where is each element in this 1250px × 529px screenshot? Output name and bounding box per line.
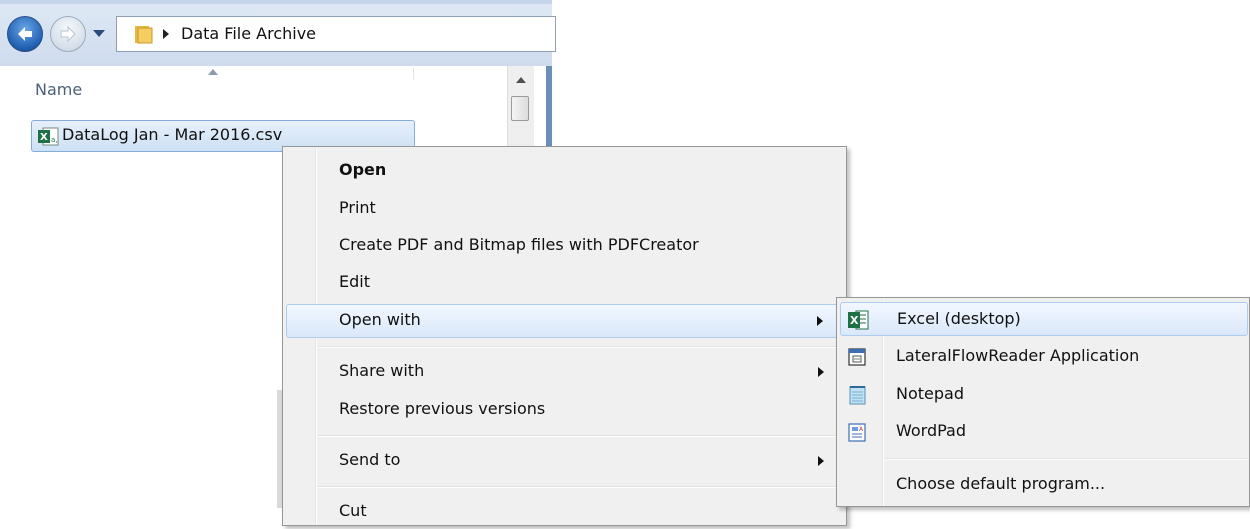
menu-item-send-to[interactable]: Send to (286, 444, 843, 478)
menu-separator (318, 435, 842, 437)
sort-ascending-icon (208, 69, 218, 75)
submenu-item-wordpad[interactable]: A WordPad (840, 415, 1248, 449)
svg-text:X: X (40, 132, 48, 143)
submenu-separator (885, 458, 1247, 460)
menu-item-print[interactable]: Print (286, 192, 843, 226)
menu-item-edit[interactable]: Edit (286, 266, 843, 300)
submenu-item-label: Excel (desktop) (897, 309, 1021, 328)
submenu-arrow-icon (818, 367, 824, 377)
scrollbar-thumb[interactable] (511, 96, 529, 121)
navigation-bar: Data File Archive (0, 0, 556, 66)
menu-item-label: Send to (339, 450, 401, 469)
menu-item-label: Open with (339, 310, 421, 329)
menu-separator (318, 486, 842, 488)
menu-item-label: Open (339, 160, 387, 179)
menu-item-create-pdf[interactable]: Create PDF and Bitmap files with PDFCrea… (286, 229, 843, 263)
breadcrumb-current-folder[interactable]: Data File Archive (181, 24, 316, 43)
address-bar[interactable]: Data File Archive (116, 16, 556, 52)
submenu-item-label: Notepad (896, 384, 964, 403)
submenu-item-notepad[interactable]: Notepad (840, 378, 1248, 412)
column-divider[interactable] (413, 68, 414, 80)
recent-pages-dropdown-icon[interactable] (92, 26, 106, 40)
menu-item-share-with[interactable]: Share with (286, 355, 843, 389)
submenu-item-label: Choose default program... (896, 474, 1106, 493)
menu-item-label: Share with (339, 361, 425, 380)
submenu-item-lateralflowreader[interactable]: LateralFlowReader Application (840, 340, 1248, 374)
menu-item-cut[interactable]: Cut (286, 495, 843, 529)
submenu-arrow-icon (817, 316, 823, 326)
submenu-item-choose-default-program[interactable]: Choose default program... (840, 468, 1248, 502)
breadcrumb-chevron-icon[interactable] (161, 27, 171, 41)
menu-item-label: Cut (339, 501, 367, 520)
menu-item-label: Print (339, 198, 376, 217)
submenu-arrow-icon (818, 456, 824, 466)
column-header-name[interactable]: Name (35, 80, 82, 99)
notepad-icon (849, 386, 866, 405)
arrow-left-icon (18, 27, 32, 41)
forward-button[interactable] (50, 16, 86, 52)
menu-item-label: Create PDF and Bitmap files with PDFCrea… (339, 235, 699, 254)
menu-item-restore-previous-versions[interactable]: Restore previous versions (286, 393, 843, 427)
application-icon (848, 348, 866, 366)
back-button[interactable] (7, 16, 43, 52)
scroll-up-arrow-icon[interactable] (515, 76, 527, 84)
submenu-item-label: WordPad (896, 421, 967, 440)
svg-text:X: X (850, 314, 859, 327)
wordpad-icon: A (848, 423, 866, 442)
submenu-item-excel[interactable]: X Excel (desktop) (840, 302, 1248, 336)
menu-item-label: Restore previous versions (339, 399, 546, 418)
menu-separator (318, 346, 842, 348)
submenu-item-label: LateralFlowReader Application (896, 346, 1140, 365)
menu-item-open[interactable]: Open (286, 154, 843, 188)
open-with-submenu: X Excel (desktop) LateralFlowReader Appl… (836, 297, 1250, 507)
arrow-right-icon (60, 25, 76, 43)
file-name: DataLog Jan - Mar 2016.csv (62, 125, 283, 144)
folder-icon (135, 26, 153, 44)
svg-text:a,: a, (51, 136, 58, 144)
context-menu: Open Print Create PDF and Bitmap files w… (282, 146, 847, 526)
csv-excel-icon: X a, (38, 127, 59, 146)
menu-item-label: Edit (339, 272, 370, 291)
menu-item-open-with[interactable]: Open with (286, 304, 843, 338)
excel-icon: X (848, 310, 869, 330)
